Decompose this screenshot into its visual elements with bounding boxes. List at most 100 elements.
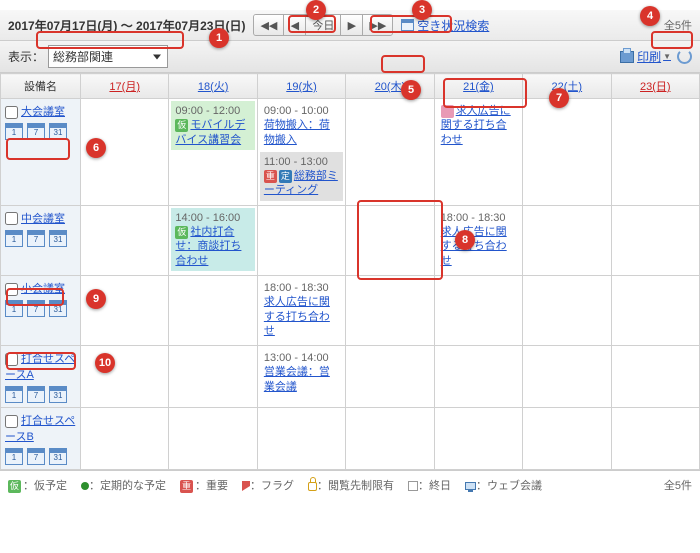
event[interactable]: 18:00 - 18:30求人広告に関する打ち合わせ <box>437 208 520 271</box>
col-fri[interactable]: 21(金) <box>434 74 522 99</box>
legend: 仮：仮予定 ：定期的な予定 重：重要 ：フラグ ：閲覧先制限有 ：終日 ：ウェブ… <box>0 470 700 499</box>
event-title[interactable]: 求人広告に関する打ち合わせ <box>264 296 330 337</box>
facility-checkbox[interactable] <box>5 353 18 366</box>
total-count-top: 全5件 <box>664 17 692 33</box>
total-count-bottom: 全5件 <box>664 477 692 493</box>
day-cell[interactable] <box>81 408 169 470</box>
day-cell[interactable]: 14:00 - 16:00仮社内打合せ：商談打ち合わせ <box>169 205 257 275</box>
calendar-view-icon[interactable]: 1 <box>5 300 23 317</box>
day-cell[interactable] <box>346 205 434 275</box>
col-wed[interactable]: 19(水) <box>257 74 345 99</box>
event-badge: 重 <box>264 170 277 183</box>
day-cell[interactable] <box>611 99 699 206</box>
event[interactable]: 14:00 - 16:00仮社内打合せ：商談打ち合わせ <box>171 208 254 271</box>
calendar-view-icon[interactable]: 7 <box>27 300 45 317</box>
calendar-view-icon[interactable]: 31 <box>49 230 67 247</box>
event-badge: 定 <box>279 170 292 183</box>
facility-checkbox[interactable] <box>5 212 18 225</box>
view-icons: 1731 <box>5 123 76 140</box>
event[interactable]: 18:00 - 18:30求人広告に関する打ち合わせ <box>260 278 343 341</box>
day-cell[interactable] <box>346 275 434 345</box>
day-cell[interactable] <box>169 408 257 470</box>
day-cell[interactable] <box>81 346 169 408</box>
nav-prev-fast[interactable]: ◀◀ <box>254 15 284 35</box>
filter-select[interactable]: 総務部関連 <box>48 45 168 68</box>
legend-flag: ：フラグ <box>250 480 294 492</box>
facility-link[interactable]: 中会議室 <box>21 213 65 225</box>
col-thu[interactable]: 20(木) <box>346 74 434 99</box>
day-cell[interactable] <box>523 408 611 470</box>
filter-bar: 表示： 総務部関連 印刷 ▼ <box>0 41 700 73</box>
day-cell[interactable] <box>346 346 434 408</box>
col-tue[interactable]: 18(火) <box>169 74 257 99</box>
day-cell[interactable] <box>81 275 169 345</box>
calendar-view-icon[interactable]: 7 <box>27 386 45 403</box>
calendar-view-icon[interactable]: 31 <box>49 448 67 465</box>
day-cell[interactable] <box>611 408 699 470</box>
facility-link[interactable]: 小会議室 <box>21 283 65 295</box>
calendar-view-icon[interactable]: 7 <box>27 448 45 465</box>
event[interactable]: 11:00 - 13:00重定総務部ミーティング <box>260 152 343 201</box>
day-cell[interactable] <box>523 99 611 206</box>
event-body: 仮モバイルデバイス講習会 <box>175 118 250 147</box>
filter-label: 表示： <box>8 48 44 65</box>
calendar-view-icon[interactable]: 1 <box>5 448 23 465</box>
event-title[interactable]: 荷物搬入：荷物搬入 <box>264 119 330 145</box>
day-cell[interactable] <box>611 346 699 408</box>
day-cell[interactable]: 求人広告に関する打ち合わせ <box>434 99 522 206</box>
nav-next[interactable]: ▶ <box>341 15 363 35</box>
legend-important: ：重要 <box>195 480 228 492</box>
calendar-view-icon[interactable]: 31 <box>49 123 67 140</box>
calendar-view-icon[interactable]: 31 <box>49 386 67 403</box>
calendar-view-icon[interactable]: 1 <box>5 230 23 247</box>
day-cell[interactable] <box>611 205 699 275</box>
nav-prev[interactable]: ◀ <box>284 15 306 35</box>
day-cell[interactable] <box>346 99 434 206</box>
day-cell[interactable] <box>346 408 434 470</box>
event[interactable]: 09:00 - 12:00仮モバイルデバイス講習会 <box>171 101 254 150</box>
event[interactable]: 09:00 - 10:00荷物搬入：荷物搬入 <box>260 101 343 150</box>
event[interactable]: 求人広告に関する打ち合わせ <box>437 101 520 150</box>
day-cell[interactable] <box>257 205 345 275</box>
event-badge: 仮 <box>175 226 188 239</box>
facility-cell: 大会議室 1731 <box>1 99 81 206</box>
view-icons: 1731 <box>5 230 76 247</box>
facility-link[interactable]: 大会議室 <box>21 106 65 118</box>
day-cell[interactable] <box>434 408 522 470</box>
day-cell[interactable]: 13:00 - 14:00営業会議：営業会議 <box>257 346 345 408</box>
refresh-icon[interactable] <box>677 49 692 64</box>
col-sun[interactable]: 23(日) <box>611 74 699 99</box>
day-cell[interactable]: 18:00 - 18:30求人広告に関する打ち合わせ <box>257 275 345 345</box>
callout-10: 10 <box>95 353 115 373</box>
day-cell[interactable] <box>523 205 611 275</box>
nav-next-fast[interactable]: ▶▶ <box>363 15 392 35</box>
calendar-view-icon[interactable]: 31 <box>49 300 67 317</box>
day-cell[interactable] <box>81 205 169 275</box>
calendar-view-icon[interactable]: 7 <box>27 230 45 247</box>
day-cell[interactable] <box>523 275 611 345</box>
event-body: 仮社内打合せ：商談打ち合わせ <box>175 225 250 268</box>
day-cell[interactable] <box>611 275 699 345</box>
facility-cell: 小会議室 1731 <box>1 275 81 345</box>
calendar-view-icon[interactable]: 7 <box>27 123 45 140</box>
day-cell[interactable] <box>434 275 522 345</box>
print-button[interactable]: 印刷 ▼ <box>620 48 671 65</box>
calendar-view-icon[interactable]: 1 <box>5 386 23 403</box>
day-cell[interactable]: 09:00 - 10:00荷物搬入：荷物搬入11:00 - 13:00重定総務部… <box>257 99 345 206</box>
day-cell[interactable] <box>169 346 257 408</box>
day-cell[interactable] <box>434 346 522 408</box>
event-title[interactable]: 営業会議：営業会議 <box>264 366 330 392</box>
event-title[interactable]: 求人広告に関する打ち合わせ <box>441 226 507 267</box>
day-cell[interactable]: 09:00 - 12:00仮モバイルデバイス講習会 <box>169 99 257 206</box>
day-cell[interactable] <box>523 346 611 408</box>
facility-checkbox[interactable] <box>5 415 18 428</box>
col-mon[interactable]: 17(月) <box>81 74 169 99</box>
day-cell[interactable]: 18:00 - 18:30求人広告に関する打ち合わせ <box>434 205 522 275</box>
day-cell[interactable] <box>169 275 257 345</box>
calendar-view-icon[interactable]: 1 <box>5 123 23 140</box>
event[interactable]: 13:00 - 14:00営業会議：営業会議 <box>260 348 343 397</box>
availability-search-link[interactable]: 空き状況検索 <box>401 17 489 34</box>
day-cell[interactable] <box>257 408 345 470</box>
facility-checkbox[interactable] <box>5 106 18 119</box>
facility-checkbox[interactable] <box>5 283 18 296</box>
